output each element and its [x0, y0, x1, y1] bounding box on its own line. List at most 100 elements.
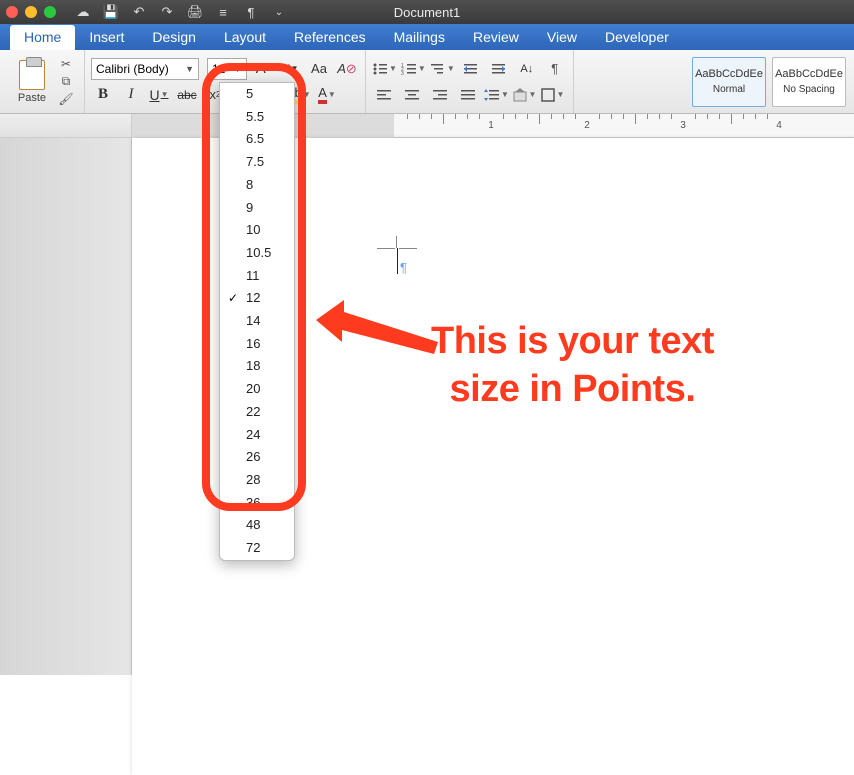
align-left-button[interactable] — [372, 84, 396, 106]
multilevel-list-button[interactable]: ▼ — [430, 58, 455, 80]
tab-mailings[interactable]: Mailings — [380, 25, 459, 50]
svg-text:3: 3 — [401, 71, 404, 76]
ruler-number: 3 — [680, 120, 686, 131]
tab-insert[interactable]: Insert — [75, 25, 138, 50]
chevron-down-icon: ▼ — [233, 64, 242, 74]
font-size-combo[interactable]: 12 ▼ — [207, 58, 247, 80]
tab-developer[interactable]: Developer — [591, 25, 683, 50]
style-no-spacing[interactable]: AaBbCcDdEeNo Spacing — [772, 57, 846, 107]
styles-group: AaBbCcDdEe Normal AaBbCcDdEeNo Spacing — [684, 50, 854, 113]
chevron-down-icon[interactable]: ⌄ — [270, 3, 288, 21]
copy-button[interactable]: ⧉ — [56, 74, 76, 89]
bullets-qat-icon[interactable]: ≡ — [214, 3, 232, 21]
maximize-window-button[interactable] — [44, 6, 56, 18]
font-size-option-11[interactable]: 11 — [220, 265, 294, 288]
font-size-option-9[interactable]: 9 — [220, 197, 294, 220]
font-size-option-18[interactable]: 18 — [220, 355, 294, 378]
font-size-option-22[interactable]: 22 — [220, 401, 294, 424]
cut-button[interactable]: ✂ — [56, 57, 76, 71]
font-name-combo[interactable]: Calibri (Body) ▼ — [91, 58, 199, 80]
underline-button[interactable]: U▼ — [147, 84, 171, 106]
line-spacing-button[interactable]: ▼ — [484, 84, 509, 106]
chevron-down-icon: ▼ — [185, 64, 194, 74]
show-paragraph-button[interactable]: ¶ — [543, 58, 567, 80]
decrease-font-button[interactable]: A▾ — [279, 58, 303, 80]
font-name-value: Calibri (Body) — [96, 62, 169, 76]
font-size-option-16[interactable]: 16 — [220, 333, 294, 356]
tab-view[interactable]: View — [533, 25, 591, 50]
font-size-option-48[interactable]: 48 — [220, 514, 294, 537]
justify-button[interactable] — [456, 84, 480, 106]
save-icon[interactable]: 💾 — [102, 3, 120, 21]
paste-icon — [19, 60, 45, 90]
ribbon-tabs: HomeInsertDesignLayoutReferencesMailings… — [0, 24, 854, 50]
change-case-button[interactable]: Aa — [307, 58, 331, 80]
align-center-button[interactable] — [400, 84, 424, 106]
bold-button[interactable]: B — [91, 84, 115, 106]
clipboard-small: ✂ ⧉ 🖌 — [54, 54, 78, 109]
style-normal[interactable]: AaBbCcDdEe Normal — [692, 57, 766, 107]
redo-icon[interactable]: ↷ — [158, 3, 176, 21]
tab-review[interactable]: Review — [459, 25, 533, 50]
font-size-option-6-5[interactable]: 6.5 — [220, 128, 294, 151]
style-name: Normal — [713, 84, 745, 95]
font-size-option-5[interactable]: 5 — [220, 83, 294, 106]
decrease-indent-button[interactable] — [459, 58, 483, 80]
clear-formatting-button[interactable]: A⊘ — [335, 58, 359, 80]
format-painter-button[interactable]: 🖌 — [56, 92, 76, 106]
font-size-option-72[interactable]: 72 — [220, 537, 294, 560]
document-title: Document1 — [394, 5, 460, 20]
italic-button[interactable]: I — [119, 84, 143, 106]
font-size-dropdown: 55.56.57.5891010.51112141618202224262836… — [219, 82, 295, 561]
style-sample: AaBbCcDdEe — [695, 68, 763, 80]
autosave-icon[interactable]: ☁ — [74, 3, 92, 21]
formatting-qat-icon[interactable]: ¶ — [242, 3, 260, 21]
left-gutter — [0, 138, 132, 675]
paste-label: Paste — [18, 92, 46, 104]
tab-home[interactable]: Home — [10, 25, 75, 50]
font-size-option-14[interactable]: 14 — [220, 310, 294, 333]
tab-references[interactable]: References — [280, 25, 380, 50]
pilcrow-icon: ¶ — [400, 260, 407, 275]
style-sample: AaBbCcDdEe — [775, 68, 843, 80]
font-size-option-10[interactable]: 10 — [220, 219, 294, 242]
font-size-option-7-5[interactable]: 7.5 — [220, 151, 294, 174]
ruler: 1234 — [0, 114, 854, 138]
font-size-value: 12 — [212, 62, 225, 76]
close-window-button[interactable] — [6, 6, 18, 18]
increase-indent-button[interactable] — [487, 58, 511, 80]
paste-button[interactable]: Paste — [10, 54, 54, 109]
font-size-option-28[interactable]: 28 — [220, 469, 294, 492]
align-right-button[interactable] — [428, 84, 452, 106]
numbering-button[interactable]: 123▼ — [401, 58, 426, 80]
font-size-option-8[interactable]: 8 — [220, 174, 294, 197]
undo-icon[interactable]: ↶ — [130, 3, 148, 21]
document-area — [0, 138, 854, 675]
sort-button[interactable]: A↓ — [515, 58, 539, 80]
quick-access-toolbar: ☁ 💾 ↶ ↷ 🖨 ≡ ¶ ⌄ — [74, 3, 288, 21]
font-color-button[interactable]: A▼ — [315, 84, 339, 106]
shading-button[interactable]: ▼ — [513, 84, 537, 106]
font-size-option-26[interactable]: 26 — [220, 446, 294, 469]
font-size-option-24[interactable]: 24 — [220, 424, 294, 447]
borders-button[interactable]: ▼ — [541, 84, 565, 106]
ribbon: Paste ✂ ⧉ 🖌 Calibri (Body) ▼ 12 ▼ A▴ A▾ … — [0, 50, 854, 114]
font-size-option-20[interactable]: 20 — [220, 378, 294, 401]
titlebar: ☁ 💾 ↶ ↷ 🖨 ≡ ¶ ⌄ Document1 — [0, 0, 854, 24]
tab-design[interactable]: Design — [138, 25, 210, 50]
paragraph-group: ▼ 123▼ ▼ A↓ ¶ ▼ ▼ ▼ — [366, 50, 574, 113]
font-size-option-10-5[interactable]: 10.5 — [220, 242, 294, 265]
minimize-window-button[interactable] — [25, 6, 37, 18]
bullets-button[interactable]: ▼ — [372, 58, 397, 80]
font-size-option-36[interactable]: 36 — [220, 492, 294, 515]
ruler-number: 4 — [776, 120, 782, 131]
ruler-corner — [0, 114, 132, 137]
font-size-option-5-5[interactable]: 5.5 — [220, 106, 294, 129]
increase-font-button[interactable]: A▴ — [251, 58, 275, 80]
ruler-number: 1 — [488, 120, 494, 131]
tab-layout[interactable]: Layout — [210, 25, 280, 50]
window-controls — [6, 6, 56, 18]
strikethrough-button[interactable]: abc — [175, 84, 199, 106]
font-size-option-12[interactable]: 12 — [220, 287, 294, 310]
print-icon[interactable]: 🖨 — [186, 3, 204, 21]
